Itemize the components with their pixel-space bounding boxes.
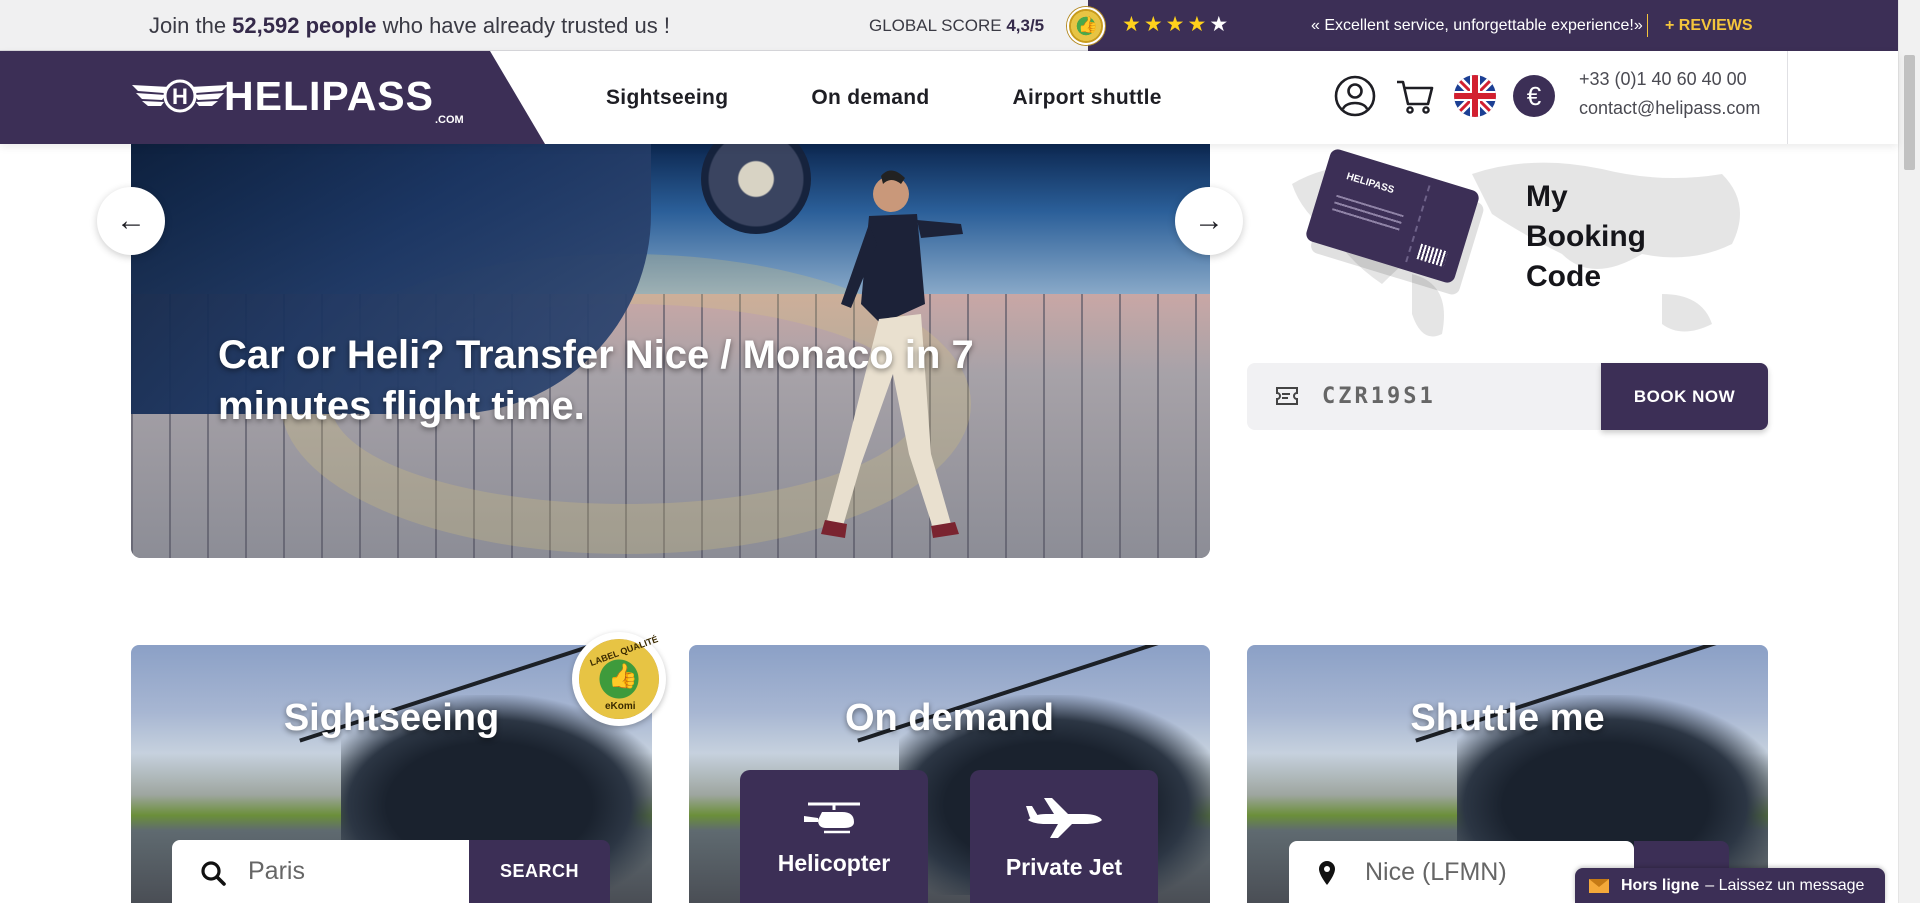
star-partial: ★ — [1209, 13, 1232, 36]
hero-next-button[interactable]: → — [1175, 187, 1243, 255]
hero-slider: Car or Heli? Transfer Nice / Monaco in 7… — [131, 144, 1210, 558]
language-selector[interactable] — [1454, 75, 1496, 117]
nav-sightseeing[interactable]: Sightseeing — [606, 51, 728, 144]
on-demand-title: On demand — [844, 697, 1055, 739]
ticket-lines — [1331, 194, 1404, 233]
rating-stars: ★★★★★ — [1122, 12, 1231, 38]
thumbs-up-icon: 👍 — [608, 663, 638, 690]
nav-airport-shuttle[interactable]: Airport shuttle — [1013, 51, 1162, 144]
arrow-left-icon: ← — [116, 204, 146, 237]
header-divider — [1787, 51, 1788, 144]
trust-suffix: who have already trusted us ! — [376, 13, 670, 38]
uk-flag-icon — [1454, 75, 1496, 117]
main-nav: Sightseeing On demand Airport shuttle — [606, 51, 1245, 144]
winged-h-logo-icon: H — [132, 79, 228, 113]
cart-icon — [1397, 80, 1434, 114]
global-score: GLOBAL SCORE 4,3/5 — [869, 0, 1044, 51]
helipass-logo[interactable]: H HELIPASS .COM — [130, 71, 464, 126]
hero-prev-button[interactable]: ← — [97, 187, 165, 255]
user-circle-icon — [1334, 75, 1376, 117]
trust-count: 52,592 people — [232, 13, 377, 38]
helicopter-icon — [804, 802, 860, 834]
account-button[interactable] — [1332, 73, 1378, 119]
svg-text:H: H — [172, 84, 188, 109]
page-scrollbar[interactable] — [1898, 0, 1920, 903]
hero-title: Car or Heli? Transfer Nice / Monaco in 7… — [218, 333, 974, 428]
search-button[interactable]: SEARCH — [469, 840, 610, 903]
shuttle-title: Shuttle me — [1410, 697, 1605, 739]
review-quote: « Excellent service, unforgettable exper… — [1311, 17, 1643, 34]
review-divider — [1647, 14, 1648, 37]
ticket-brand: HELIPASS — [1344, 171, 1396, 197]
private-jet-label: Private Jet — [1005, 854, 1123, 880]
ekomi-quality-badge: LABEL QUALITÉ 👍 eKomi — [572, 632, 666, 726]
airport-value: Nice (LFMN) — [1365, 858, 1507, 886]
nav-on-demand[interactable]: On demand — [811, 51, 929, 144]
logo-domain: .COM — [435, 114, 464, 126]
booking-code-value: CZR19S1 — [1322, 384, 1436, 409]
score-label: GLOBAL SCORE — [869, 16, 1007, 35]
reviews-link[interactable]: + REVIEWS — [1665, 0, 1753, 51]
stars-full: ★★★★ — [1122, 13, 1210, 36]
chat-status: Hors ligne — [1621, 876, 1700, 894]
logo-wordmark: HELIPASS — [224, 72, 434, 119]
scrollbar-thumb[interactable] — [1904, 55, 1915, 170]
booking-code-input[interactable]: CZR19S1 — [1247, 363, 1602, 430]
currency-selector[interactable]: € — [1513, 75, 1555, 117]
map-pin-icon — [1319, 861, 1335, 885]
booking-code-title: My Booking Code — [1526, 180, 1646, 293]
ekomi-brand: eKomi — [605, 701, 636, 712]
book-now-button[interactable]: BOOK NOW — [1601, 363, 1768, 430]
ticket-icon — [1276, 387, 1298, 405]
arrow-right-icon: → — [1194, 204, 1224, 237]
helicopter-label: Helicopter — [777, 850, 891, 876]
score-value: 4,3/5 — [1006, 16, 1045, 35]
euro-icon: € — [1526, 80, 1542, 111]
cart-button[interactable] — [1392, 73, 1438, 119]
chat-message: – Laissez un message — [1705, 876, 1865, 894]
sightseeing-search-input[interactable]: Paris — [172, 840, 470, 903]
search-icon — [201, 861, 226, 886]
site-header: H HELIPASS .COM Sightseeing On demand Ai… — [0, 51, 1898, 144]
ekomi-badge-icon — [1067, 7, 1105, 45]
live-chat-widget[interactable]: Hors ligne – Laissez un message — [1575, 868, 1885, 903]
helicopter-option[interactable]: Helicopter — [740, 770, 928, 903]
private-jet-option[interactable]: Private Jet — [970, 770, 1158, 903]
phone-number[interactable]: +33 (0)1 40 60 40 00 — [1579, 69, 1747, 90]
private-jet-icon — [1026, 798, 1102, 838]
search-value: Paris — [248, 857, 305, 885]
sightseeing-title: Sightseeing — [283, 697, 500, 739]
email-address[interactable]: contact@helipass.com — [1579, 98, 1760, 119]
envelope-icon — [1589, 878, 1609, 893]
barcode-icon — [1416, 243, 1448, 268]
trust-message: Join the 52,592 people who have already … — [149, 0, 670, 51]
trust-prefix: Join the — [149, 13, 233, 38]
